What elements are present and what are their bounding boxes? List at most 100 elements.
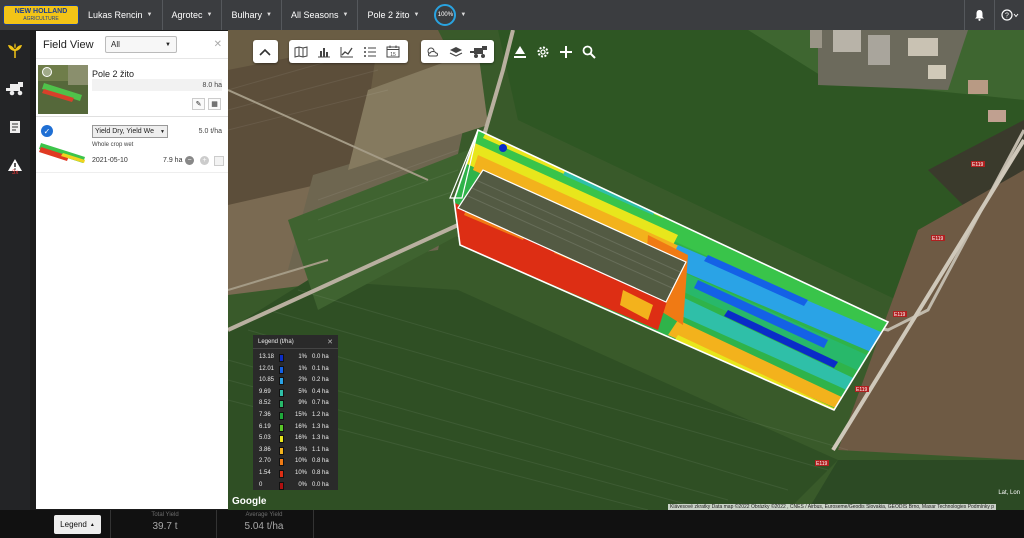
bar-chart-icon[interactable] (312, 40, 335, 63)
chevron-down-icon: ▼ (165, 41, 171, 48)
legend-swatch (279, 470, 284, 478)
combine-icon[interactable] (0, 74, 30, 104)
search-icon[interactable] (577, 40, 600, 63)
panel-header: Field View All ▼ (36, 31, 228, 59)
average-yield-label: Average Yield (245, 512, 283, 518)
divider (313, 510, 314, 538)
breadcrumb-field[interactable]: Pole 2 žito ▼ (357, 0, 428, 30)
legend-swatch (279, 481, 284, 490)
legend-button[interactable]: Legend ▲ (54, 515, 101, 534)
progress-indicator[interactable]: 100% (434, 4, 457, 26)
field-card[interactable]: Pole 2 žito 8.0 ha ✎ ▦ (36, 65, 228, 117)
legend-value: 3.86 (259, 446, 271, 453)
legend-header: Legend (t/ha) (253, 335, 338, 349)
weather-icon[interactable] (421, 40, 444, 63)
layer-type-select[interactable]: Yield Dry, Yield We ▼ (92, 125, 168, 138)
legend-value: 10.85 (259, 377, 275, 384)
view-toolbar: 15 (289, 40, 408, 63)
minus-icon[interactable]: − (185, 156, 194, 165)
list-icon[interactable] (358, 40, 381, 63)
map-icon[interactable] (289, 40, 312, 63)
breadcrumb-company[interactable]: Agrotec ▼ (161, 0, 222, 30)
road-label: E119 (816, 461, 828, 467)
bell-icon[interactable] (964, 0, 994, 30)
legend-value: 12.01 (259, 365, 275, 372)
close-icon[interactable]: ✕ (214, 39, 222, 50)
check-icon[interactable]: ✓ (41, 125, 53, 137)
legend-percent: 5% (298, 388, 307, 395)
chevron-down-icon[interactable]: ▼ (460, 12, 466, 18)
legend-row: 2.70 10% 0.8 ha (253, 456, 338, 468)
map-actions-toolbar (508, 40, 604, 63)
legend-row: 13.18 1% 0.0 ha (253, 352, 338, 364)
wheat-icon[interactable] (0, 36, 30, 66)
chevron-up-icon (253, 40, 276, 63)
legend-row: 6.19 16% 1.3 ha (253, 422, 338, 434)
legend-row: 10.85 2% 0.2 ha (253, 375, 338, 387)
layers-icon[interactable] (444, 40, 467, 63)
legend-percent: 10% (294, 470, 307, 476)
layer-description: Whole crop wet (92, 142, 134, 148)
legend-percent: 9% (298, 400, 307, 407)
legend-value: 8.52 (259, 400, 271, 407)
total-yield-value: 39.7 t (152, 521, 178, 532)
layer-thumbnail (39, 137, 87, 167)
alert-count: 3x (12, 170, 19, 176)
chevron-down-icon: ▼ (160, 128, 165, 135)
legend-swatch (279, 365, 284, 374)
road-label: E119 (972, 162, 984, 168)
legend-percent: 13% (294, 446, 307, 453)
legend-area: 0.8 ha (312, 470, 329, 476)
select-radio[interactable] (42, 67, 52, 77)
map-canvas[interactable]: E119 E119 E119 E119 E119 15 Legend (t/ha… (228, 30, 1024, 510)
grid-icon[interactable]: ▦ (208, 98, 221, 110)
more-icon[interactable] (214, 156, 224, 166)
total-yield-stat: Total Yield 39.7 t (140, 512, 190, 532)
legend-percent: 0% (298, 481, 307, 488)
legend-area: 0.0 ha (312, 354, 329, 360)
harvester-icon[interactable] (467, 40, 490, 63)
legend-value: 7.36 (259, 412, 271, 418)
edit-icon[interactable]: ✎ (192, 98, 205, 110)
settings-icon[interactable] (531, 40, 554, 63)
legend-swatch (279, 377, 284, 386)
calendar-icon[interactable]: 15 (381, 40, 404, 63)
svg-text:15: 15 (390, 52, 396, 58)
line-chart-icon[interactable] (335, 40, 358, 63)
layer-type-value: Yield Dry, Yield We (95, 128, 155, 135)
legend-percent: 16% (294, 423, 307, 430)
road-label: E119 (932, 236, 944, 242)
field-view-panel: Field View All ▼ ✕ Pole 2 žito 8.0 ha ✎ … (36, 31, 228, 509)
brand-tagline: AGRICULTURE (23, 16, 59, 22)
total-yield-label: Total Yield (151, 512, 179, 518)
help-icon[interactable]: ? (994, 0, 1024, 30)
view-filter-select[interactable]: All ▼ (105, 36, 177, 53)
legend-percent: 1% (298, 365, 307, 372)
legend-value: 9.69 (259, 388, 271, 395)
legend-percent: 2% (298, 377, 307, 384)
top-bar: NEW HOLLAND AGRICULTURE Lukas Rencin ▼ Ag… (0, 0, 1024, 30)
breadcrumb-user[interactable]: Lukas Rencin ▼ (79, 0, 162, 30)
plus-icon[interactable]: + (200, 156, 209, 165)
upload-icon[interactable] (508, 40, 531, 63)
chevron-down-icon: ▼ (206, 12, 213, 18)
left-rail: 3x (0, 30, 30, 510)
close-icon[interactable]: ✕ (327, 338, 333, 346)
legend-value: 0 (259, 481, 263, 488)
breadcrumb-season[interactable]: All Seasons ▼ (280, 0, 357, 30)
collapse-toolbar-button[interactable] (253, 40, 278, 63)
legend-value: 2.70 (259, 458, 271, 465)
document-icon[interactable] (0, 112, 30, 142)
road-label: E119 (894, 312, 906, 318)
legend-percent: 15% (294, 412, 307, 418)
layer-rate: 5.0 t/ha (198, 128, 222, 135)
chevron-down-icon: ▼ (266, 12, 272, 18)
add-icon[interactable] (554, 40, 577, 63)
legend-area: 1.3 ha (312, 423, 329, 430)
lat-lon-readout: Lat, Lon (998, 490, 1020, 496)
breadcrumb-farm[interactable]: Bulhary ▼ (221, 0, 280, 30)
brand-name: NEW HOLLAND (14, 8, 68, 15)
divider (110, 510, 111, 538)
brand-logo[interactable]: NEW HOLLAND AGRICULTURE (3, 5, 79, 25)
legend-area: 0.1 ha (312, 365, 329, 372)
